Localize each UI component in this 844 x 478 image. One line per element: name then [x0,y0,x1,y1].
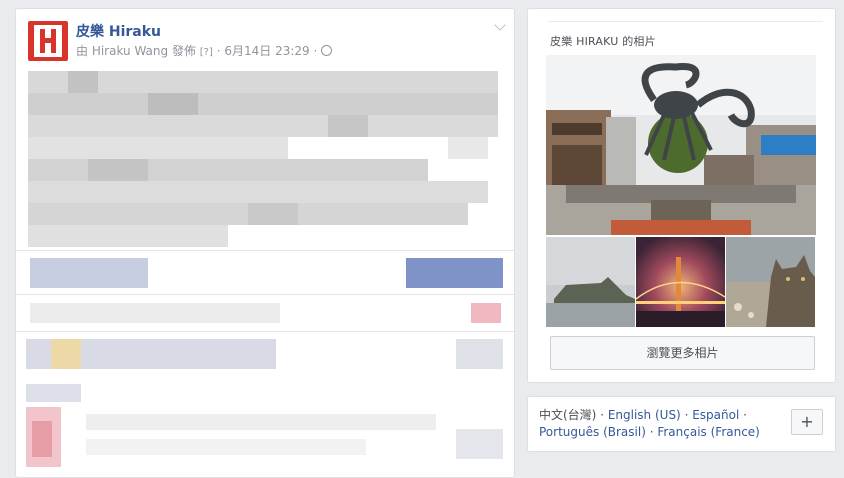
photo-thumb-alcatraz[interactable] [546,237,635,327]
page-name-link[interactable]: 皮樂 Hiraku [76,21,161,41]
language-list: 中文(台灣) · English (US) · Español · Portug… [539,408,760,439]
language-link-spanish[interactable]: Español [692,408,739,422]
photo-main[interactable] [546,55,816,235]
blurred-post-body [28,71,506,251]
divider [548,21,823,22]
more-languages-button[interactable]: + [791,409,823,435]
page-avatar[interactable] [28,21,68,61]
language-link-english[interactable]: English (US) [608,408,681,422]
posted-by: 由 Hiraku Wang 發佈 [76,44,196,58]
see-more-photos-button[interactable]: 瀏覽更多相片 [550,336,815,370]
chevron-down-icon[interactable] [494,19,506,31]
post-timestamp[interactable]: 6月14日 23:29 [224,44,309,58]
h-logo-icon [34,25,62,57]
current-language: 中文(台灣) [539,408,597,422]
language-link-portuguese[interactable]: Português (Brasil) [539,425,646,439]
blurred-button [406,258,503,288]
post-meta: 由 Hiraku Wang 發佈 [?] · 6月14日 23:29 · [76,42,333,59]
photos-title: 皮樂 HIRAKU 的相片 [550,35,656,48]
photo-thumb-golden-gate[interactable] [636,237,725,327]
language-link-french[interactable]: Français (France) [657,425,760,439]
photo-thumb-cat[interactable] [726,237,815,327]
language-selector: 中文(台灣) · English (US) · Español · Portug… [527,396,836,452]
blurred-actions [30,258,148,288]
globe-icon[interactable] [321,45,333,56]
help-link[interactable]: [?] [200,47,213,58]
post-card: 皮樂 Hiraku 由 Hiraku Wang 發佈 [?] · 6月14日 2… [15,8,515,478]
photos-widget: 皮樂 HIRAKU 的相片 瀏覽更多相片 [527,8,836,383]
